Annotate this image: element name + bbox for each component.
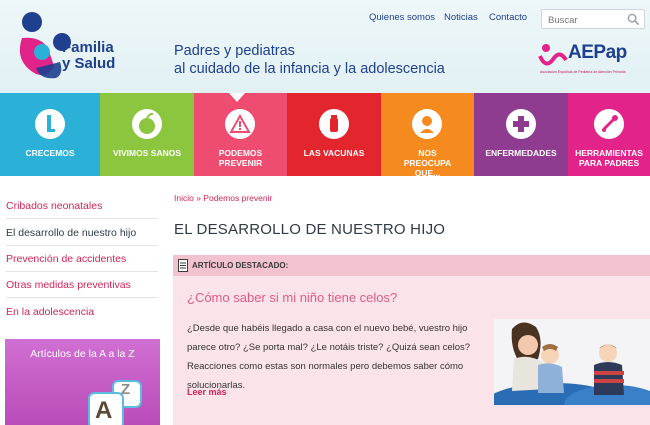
nav-label: ENFERMEDADES <box>485 148 557 158</box>
tagline-line-1: Padres y pediatras <box>174 43 295 59</box>
nav-podemos-prevenir[interactable]: PODEMOS PREVENIR <box>194 93 287 176</box>
article-photo[interactable] <box>494 319 650 405</box>
nav-label: HERRAMIENTAS PARA PADRES <box>575 148 643 168</box>
featured-label: ARTÍCULO DESTACADO: <box>192 261 289 270</box>
article-excerpt: ¿Desde que habéis llegado a casa con el … <box>187 323 471 391</box>
logo-line-1: Familia <box>62 39 114 56</box>
breadcrumb[interactable]: Inicio » Podemos prevenir <box>174 193 272 203</box>
main-nav: CRECEMOS VIVIMOS SANOS PODEMOS PREVENIR … <box>0 93 650 178</box>
vaccine-vial-icon <box>319 109 349 139</box>
nav-enfermedades[interactable]: ENFERMEDADES <box>474 93 568 176</box>
read-more-link[interactable]: Leer más <box>187 387 227 397</box>
nav-label: PODEMOS PREVENIR <box>218 148 263 168</box>
sidebar-item-medidas[interactable]: Otras medidas preventivas <box>6 272 158 298</box>
sidebar-item-accidentes[interactable]: Prevención de accidentes <box>6 246 158 272</box>
promo-letter-a: A <box>95 397 113 424</box>
promo-letter-z: Z <box>121 381 131 398</box>
link-noticias[interactable]: Noticias <box>444 12 478 23</box>
warning-icon <box>225 109 255 139</box>
search-icon[interactable] <box>627 13 640 26</box>
document-icon <box>178 259 188 272</box>
nav-label: LAS VACUNAS <box>303 148 365 158</box>
link-quienes-somos[interactable]: Quienes somos <box>369 12 435 23</box>
nav-label: CRECEMOS <box>25 148 75 158</box>
stethoscope-icon <box>594 109 624 139</box>
active-nav-indicator <box>229 93 245 102</box>
site-tagline: Padres y pediatras al cuidado de la infa… <box>174 42 445 78</box>
featured-header: ARTÍCULO DESTACADO: <box>173 255 650 276</box>
featured-article: ARTÍCULO DESTACADO: ¿Cómo saber si mi ni… <box>173 255 650 425</box>
growth-chart-icon <box>35 109 65 139</box>
site-header: Familia y Salud Padres y pediatras al cu… <box>0 0 650 93</box>
nav-nos-preocupa[interactable]: NOS PREOCUPA QUE... <box>381 93 474 178</box>
partner-logo[interactable]: AEPap Asociación Española de Pediatría d… <box>538 40 648 80</box>
speech-bubble-icon: A Z <box>87 379 142 425</box>
logo-line-2: y Salud <box>62 55 116 72</box>
tagline-line-2: al cuidado de la infancia y la adolescen… <box>174 61 445 77</box>
search-box <box>541 9 645 30</box>
sidebar-item-cribados[interactable]: Cribados neonatales <box>6 193 158 219</box>
sidebar-item-adolescencia[interactable]: En la adolescencia <box>6 299 158 325</box>
article-title[interactable]: ¿Cómo saber si mi niño tiene celos? <box>187 290 397 305</box>
az-articles-promo[interactable]: Artículos de la A a la Z A Z <box>5 339 160 425</box>
link-contacto[interactable]: Contacto <box>489 12 527 23</box>
thinking-person-icon <box>412 109 442 139</box>
search-input[interactable] <box>542 11 622 30</box>
medical-cross-icon <box>506 109 536 139</box>
logo-wordmark: Familia y Salud <box>62 40 115 72</box>
family-photo-image <box>494 319 650 405</box>
page-title: EL DESARROLLO DE NUESTRO HIJO <box>174 221 446 238</box>
sidebar-item-desarrollo[interactable]: El desarrollo de nuestro hijo <box>6 220 158 246</box>
nav-vivimos-sanos[interactable]: VIVIMOS SANOS <box>100 93 194 176</box>
nav-label: VIVIMOS SANOS <box>112 148 181 158</box>
nav-herramientas[interactable]: HERRAMIENTAS PARA PADRES <box>568 93 650 176</box>
nav-label: NOS PREOCUPA QUE... <box>403 148 452 178</box>
nav-crecemos[interactable]: CRECEMOS <box>0 93 100 176</box>
partner-logo-subtitle: Asociación Española de Pediatría de Aten… <box>540 70 626 74</box>
aepap-figure-icon <box>538 44 568 66</box>
apple-icon <box>132 109 162 139</box>
partner-logo-text: AEPap <box>568 42 627 63</box>
nav-las-vacunas[interactable]: LAS VACUNAS <box>287 93 381 176</box>
promo-title: Artículos de la A a la Z <box>30 348 135 360</box>
